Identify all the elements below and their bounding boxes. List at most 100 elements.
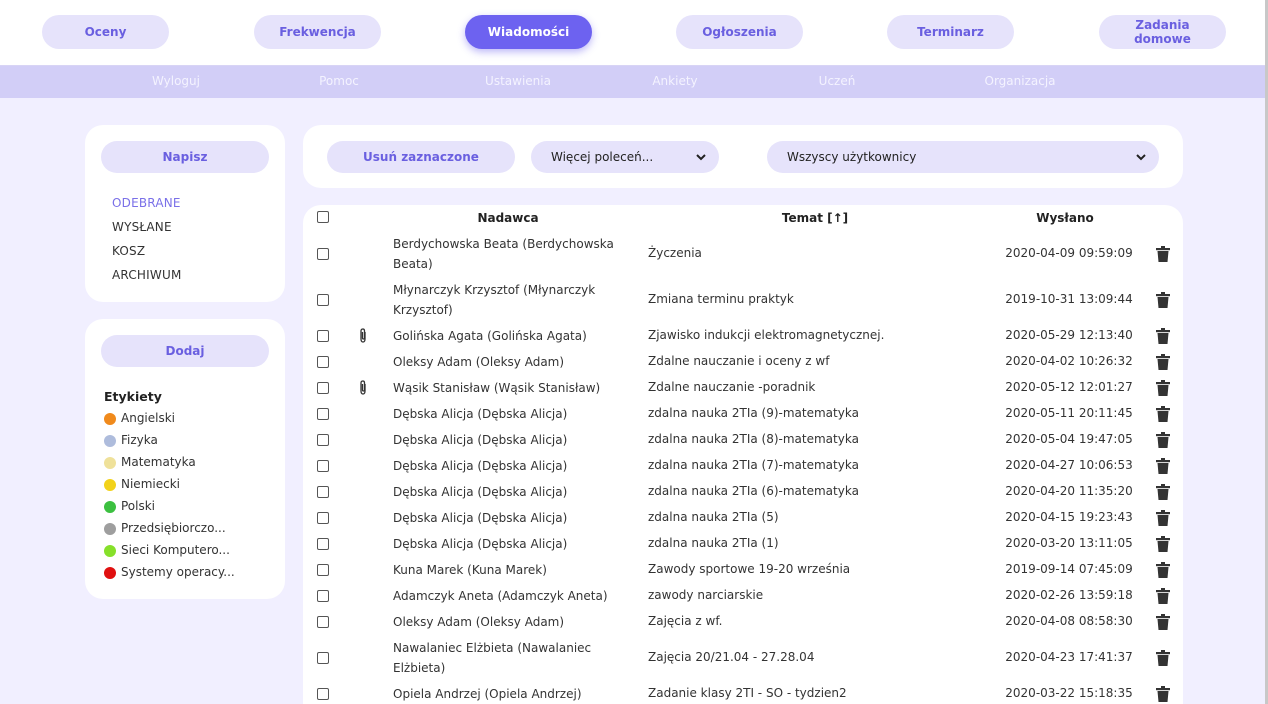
table-row[interactable]: Berdychowska Beata (Berdychowska Beata) Ż… (303, 234, 1183, 274)
header-sent[interactable]: Wysłano (1036, 211, 1094, 225)
users-filter-select[interactable]: Wszyscy użytkownicy (767, 141, 1159, 173)
top-navigation: Oceny Frekwencja Wiadomości Ogłoszenia T… (0, 0, 1268, 66)
row-sender: Młynarczyk Krzysztof (Młynarczyk Krzyszt… (393, 283, 596, 317)
nav-terminarz[interactable]: Terminarz (887, 15, 1014, 49)
row-sent-date: 2020-05-12 12:01:27 (1005, 380, 1133, 394)
label-item[interactable]: Matematyka (104, 455, 196, 469)
nav-wyloguj[interactable]: Wyloguj (152, 74, 200, 88)
row-subject: Zdalne nauczanie -poradnik (648, 380, 816, 394)
nav-wiadomosci[interactable]: Wiadomości (465, 15, 592, 49)
row-checkbox[interactable] (317, 486, 329, 498)
nav-oceny[interactable]: Oceny (42, 15, 169, 49)
trash-icon[interactable] (1156, 650, 1170, 666)
row-checkbox[interactable] (317, 590, 329, 602)
row-checkbox[interactable] (317, 382, 329, 394)
trash-icon[interactable] (1156, 686, 1170, 702)
row-subject: zdalna nauka 2TIa (1) (648, 536, 779, 550)
label-name: Niemiecki (121, 477, 180, 491)
label-color-dot (104, 523, 116, 535)
row-checkbox[interactable] (317, 460, 329, 472)
nav-ankiety[interactable]: Ankiety (652, 74, 697, 88)
nav-frekwencja[interactable]: Frekwencja (254, 15, 381, 49)
folder-sent[interactable]: WYSŁANE (112, 220, 172, 234)
row-sent-date: 2020-02-26 13:59:18 (1005, 588, 1133, 602)
compose-button[interactable]: Napisz (101, 141, 269, 173)
row-checkbox[interactable] (317, 564, 329, 576)
more-actions-value: Więcej poleceń... (551, 150, 654, 164)
label-item[interactable]: Systemy operacy... (104, 565, 235, 579)
label-color-dot (104, 545, 116, 557)
messages-table: Nadawca Temat [↑] Wysłano Berdychowska B… (303, 205, 1183, 704)
label-name: Przedsiębiorczo... (121, 521, 226, 535)
labels-panel: Dodaj Etykiety Angielski Fizyka Matematyka… (85, 319, 285, 599)
row-checkbox[interactable] (317, 616, 329, 628)
row-subject: Zajęcia z wf. (648, 614, 723, 628)
row-checkbox[interactable] (317, 356, 329, 368)
row-sent-date: 2020-03-22 15:18:35 (1005, 686, 1133, 700)
row-sent-date: 2020-04-27 10:06:53 (1005, 458, 1133, 472)
nav-zadania-domowe[interactable]: Zadania domowe (1099, 15, 1226, 49)
row-checkbox[interactable] (317, 294, 329, 306)
label-color-dot (104, 413, 116, 425)
label-item[interactable]: Fizyka (104, 433, 158, 447)
row-subject: zdalna nauka 2TIa (6)-matematyka (648, 484, 859, 498)
add-label-button[interactable]: Dodaj (101, 335, 269, 367)
label-name: Matematyka (121, 455, 196, 469)
row-subject: zawody narciarskie (648, 588, 764, 602)
label-item[interactable]: Angielski (104, 411, 175, 425)
label-color-dot (104, 479, 116, 491)
row-sent-date: 2020-03-20 13:11:05 (1005, 536, 1133, 550)
row-checkbox[interactable] (317, 688, 329, 700)
users-filter-value: Wszyscy użytkownicy (787, 150, 917, 164)
trash-icon[interactable] (1156, 614, 1170, 630)
row-checkbox[interactable] (317, 330, 329, 342)
label-item[interactable]: Niemiecki (104, 477, 180, 491)
select-all-checkbox[interactable] (317, 211, 329, 223)
labels-title: Etykiety (104, 389, 162, 404)
row-subject: zdalna nauka 2TIa (8)-matematyka (648, 432, 859, 446)
table-row[interactable]: Opiela Andrzej (Opiela Andrzej) Zadanie k… (303, 674, 1183, 704)
nav-pomoc[interactable]: Pomoc (319, 74, 359, 88)
row-subject: Zmiana terminu praktyk (648, 292, 794, 306)
row-sent-date: 2020-05-04 19:47:05 (1005, 432, 1133, 446)
header-sender[interactable]: Nadawca (477, 211, 538, 225)
label-item[interactable]: Przedsiębiorczo... (104, 521, 226, 535)
label-name: Polski (121, 499, 156, 513)
secondary-navigation: Wyloguj Pomoc Ustawienia Ankiety Uczeń O… (0, 66, 1268, 98)
nav-uczen[interactable]: Uczeń (819, 74, 856, 88)
trash-icon[interactable] (1156, 292, 1170, 308)
delete-selected-button[interactable]: Usuń zaznaczone (327, 141, 515, 173)
folder-inbox[interactable]: ODEBRANE (112, 196, 181, 210)
row-checkbox[interactable] (317, 248, 329, 260)
label-name: Sieci Komputero... (121, 543, 230, 557)
nav-ogloszenia[interactable]: Ogłoszenia (676, 15, 803, 49)
row-checkbox[interactable] (317, 512, 329, 524)
row-subject: Zajęcia 20/21.04 - 27.28.04 (648, 650, 815, 664)
more-actions-select[interactable]: Więcej poleceń... (531, 141, 719, 173)
label-name: Systemy operacy... (121, 565, 235, 579)
table-row[interactable]: Nawalaniec Elżbieta (Nawalaniec Elżbieta… (303, 638, 1183, 678)
table-row[interactable]: Oleksy Adam (Oleksy Adam) Zajęcia z wf. 20… (303, 602, 1183, 642)
table-row[interactable]: Młynarczyk Krzysztof (Młynarczyk Krzyszt… (303, 280, 1183, 320)
folder-trash[interactable]: KOSZ (112, 244, 145, 258)
label-color-dot (104, 501, 116, 513)
label-item[interactable]: Sieci Komputero... (104, 543, 230, 557)
row-subject: Zadanie klasy 2TI - SO - tydzien2 (648, 686, 847, 700)
header-subject[interactable]: Temat [↑] (782, 211, 848, 225)
row-sent-date: 2020-05-29 12:13:40 (1005, 328, 1133, 342)
folder-archive[interactable]: ARCHIWUM (112, 268, 182, 282)
message-toolbar: Usuń zaznaczone Więcej poleceń... Wszysc… (303, 125, 1183, 188)
label-item[interactable]: Polski (104, 499, 156, 513)
chevron-down-icon (696, 154, 706, 161)
row-checkbox[interactable] (317, 434, 329, 446)
row-sender: Opiela Andrzej (Opiela Andrzej) (393, 687, 582, 701)
nav-ustawienia[interactable]: Ustawienia (485, 74, 551, 88)
row-checkbox[interactable] (317, 408, 329, 420)
row-checkbox[interactable] (317, 652, 329, 664)
trash-icon[interactable] (1156, 246, 1170, 262)
row-sent-date: 2020-04-23 17:41:37 (1005, 650, 1133, 664)
nav-organizacja[interactable]: Organizacja (984, 74, 1055, 88)
row-checkbox[interactable] (317, 538, 329, 550)
row-subject: zdalna nauka 2TIa (5) (648, 510, 779, 524)
row-sender: Oleksy Adam (Oleksy Adam) (393, 615, 565, 629)
